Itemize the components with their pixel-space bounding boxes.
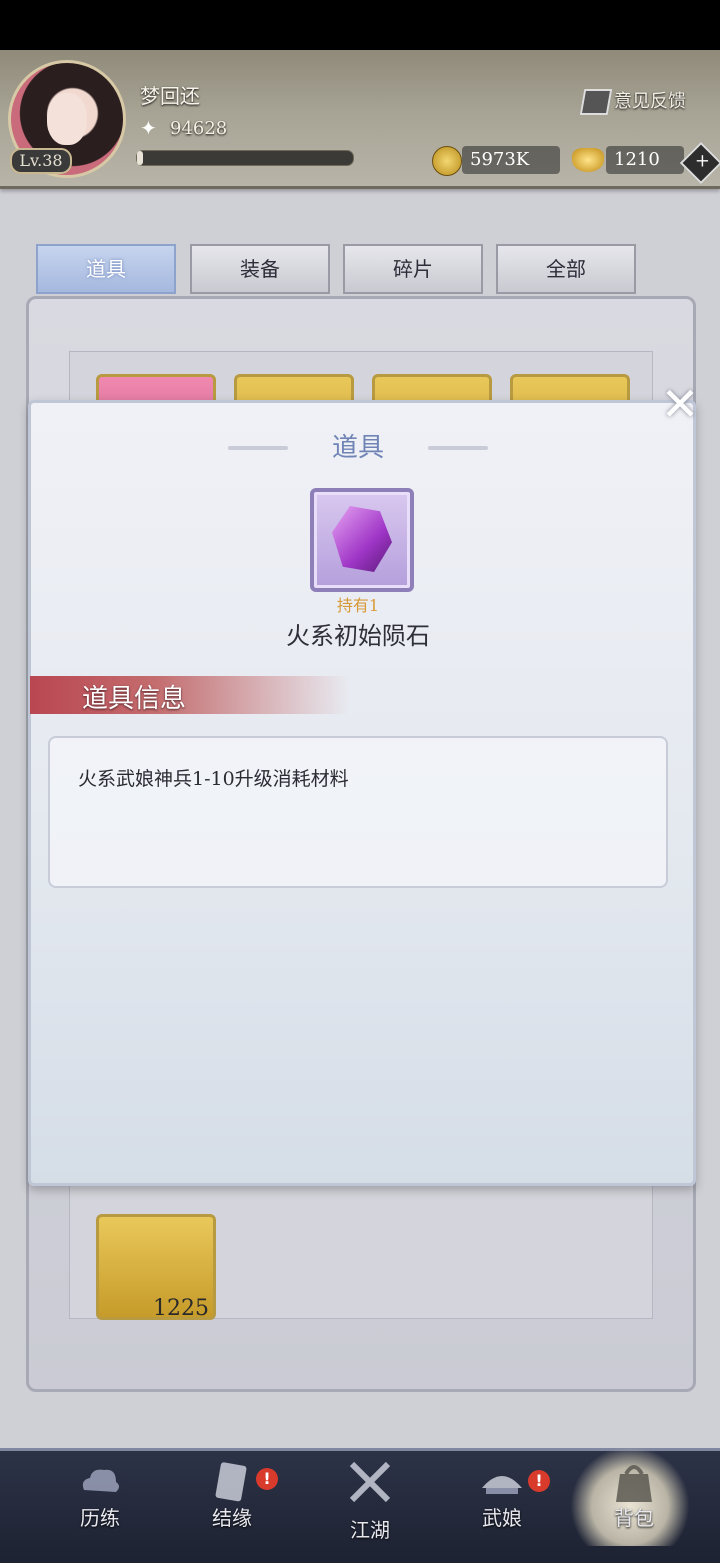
cloud-icon — [82, 1469, 119, 1492]
player-power: 94628 — [170, 118, 228, 139]
hold-count: 持有1 — [336, 596, 380, 615]
tab-all[interactable]: 全部 — [496, 244, 636, 294]
ingot-icon — [572, 148, 604, 172]
nav-wuniang[interactable]: ! 武娘 — [442, 1452, 562, 1552]
nav-training[interactable]: 历练 — [40, 1452, 160, 1552]
tab-fragments[interactable]: 碎片 — [343, 244, 483, 294]
nav-label: 武娘 — [482, 1506, 522, 1530]
coin-icon — [432, 146, 462, 176]
description-box — [48, 736, 668, 888]
power-icon: ✦ — [140, 116, 157, 140]
info-header-band — [30, 676, 350, 714]
item-description: 火系武娘神兵1-10升级消耗材料 — [78, 768, 349, 790]
exp-bar — [136, 150, 354, 166]
dialog-title: 道具 — [228, 428, 488, 468]
meteorite-gem-icon — [332, 506, 392, 572]
status-bar-area — [0, 0, 720, 50]
exp-bar-fill — [137, 151, 143, 165]
avatar-face — [47, 93, 87, 145]
player-level: Lv.38 — [10, 148, 72, 174]
item-name: 火系初始陨石 — [286, 622, 430, 650]
notification-badge: ! — [528, 1470, 550, 1492]
ingot-amount: 1210 — [606, 146, 684, 174]
feedback-button[interactable]: 意见反馈 — [579, 86, 698, 118]
nav-label: 结缘 — [212, 1506, 252, 1530]
nav-label: 江湖 — [350, 1518, 390, 1542]
nav-label: 背包 — [614, 1506, 654, 1530]
feedback-icon — [579, 89, 613, 115]
bag-icon — [616, 1465, 652, 1502]
coin-amount: 5973K — [462, 146, 560, 174]
nav-bond[interactable]: ! 结缘 — [172, 1452, 292, 1552]
plus-icon: + — [694, 150, 710, 172]
card-icon — [215, 1462, 247, 1502]
tab-equipment[interactable]: 装备 — [190, 244, 330, 294]
nav-label: 历练 — [80, 1506, 120, 1530]
nav-jianghu[interactable]: 江湖 — [310, 1452, 430, 1552]
crossed-swords-icon — [349, 1461, 391, 1503]
slot-count: 1225 — [153, 1296, 209, 1321]
info-title: 道具信息 — [82, 684, 187, 714]
item-icon — [310, 488, 414, 592]
close-button[interactable]: ✕ — [660, 381, 700, 427]
feedback-label: 意见反馈 — [614, 91, 686, 112]
player-name: 梦回还 — [140, 84, 200, 108]
tab-items[interactable]: 道具 — [36, 244, 176, 294]
inventory-slot[interactable]: 1225 — [96, 1214, 216, 1321]
notification-badge: ! — [256, 1468, 278, 1490]
nav-bag[interactable]: 背包 — [574, 1452, 694, 1552]
hat-icon — [482, 1476, 522, 1494]
